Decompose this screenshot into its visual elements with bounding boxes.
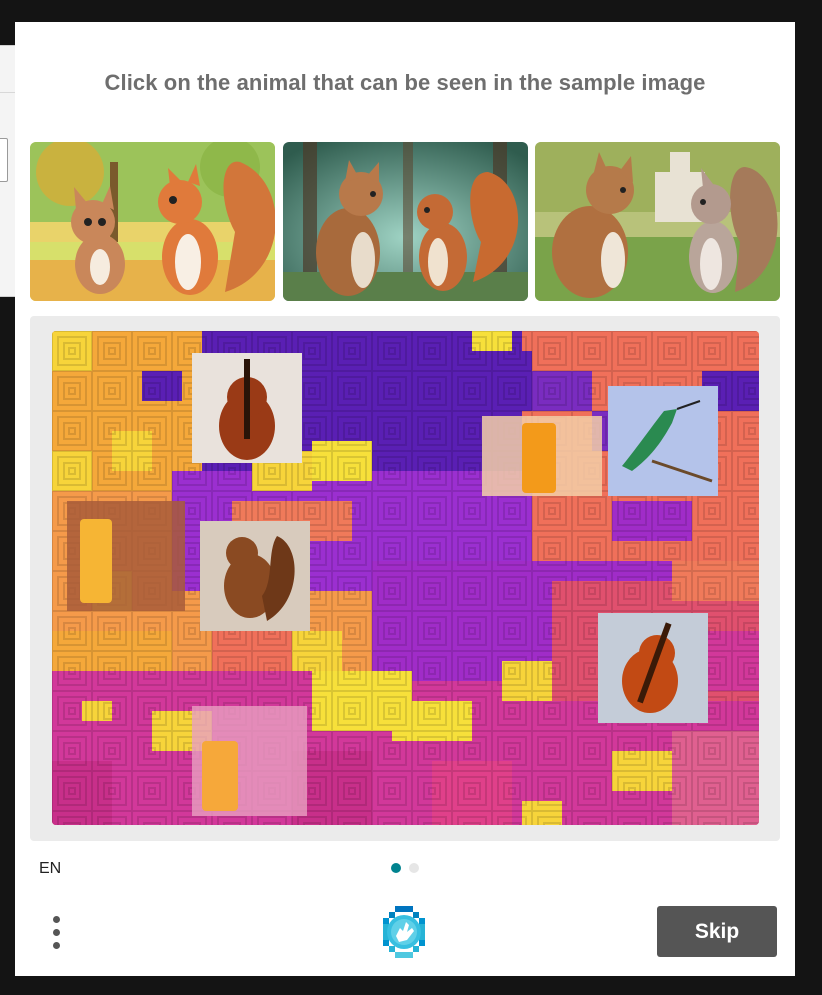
sample-image-1 (30, 142, 275, 301)
challenge-canvas-art (52, 331, 759, 825)
menu-dot-2 (53, 929, 60, 936)
language-selector[interactable]: EN (39, 860, 61, 878)
hcaptcha-logo-art (383, 906, 425, 958)
pagination-dot-inactive[interactable] (409, 863, 419, 873)
captcha-dialog: Click on the animal that can be seen in … (15, 22, 795, 976)
challenge-image-area (30, 316, 780, 841)
background-input-edge (0, 138, 8, 182)
challenge-prompt: Click on the animal that can be seen in … (104, 70, 706, 95)
hcaptcha-hand-logo-icon[interactable] (379, 906, 431, 958)
sample-image-1-art (30, 142, 275, 301)
skip-button[interactable]: Skip (657, 906, 777, 957)
vertical-ellipsis-icon[interactable] (45, 912, 67, 952)
sample-images-row (30, 142, 780, 301)
challenge-canvas[interactable] (52, 331, 759, 825)
menu-dot-1 (53, 916, 60, 923)
sample-image-3-art (535, 142, 780, 301)
menu-dot-3 (53, 942, 60, 949)
sample-image-3 (535, 142, 780, 301)
sample-image-2-art (283, 142, 528, 301)
sample-image-2 (283, 142, 528, 301)
pagination-dot-active[interactable] (391, 863, 401, 873)
